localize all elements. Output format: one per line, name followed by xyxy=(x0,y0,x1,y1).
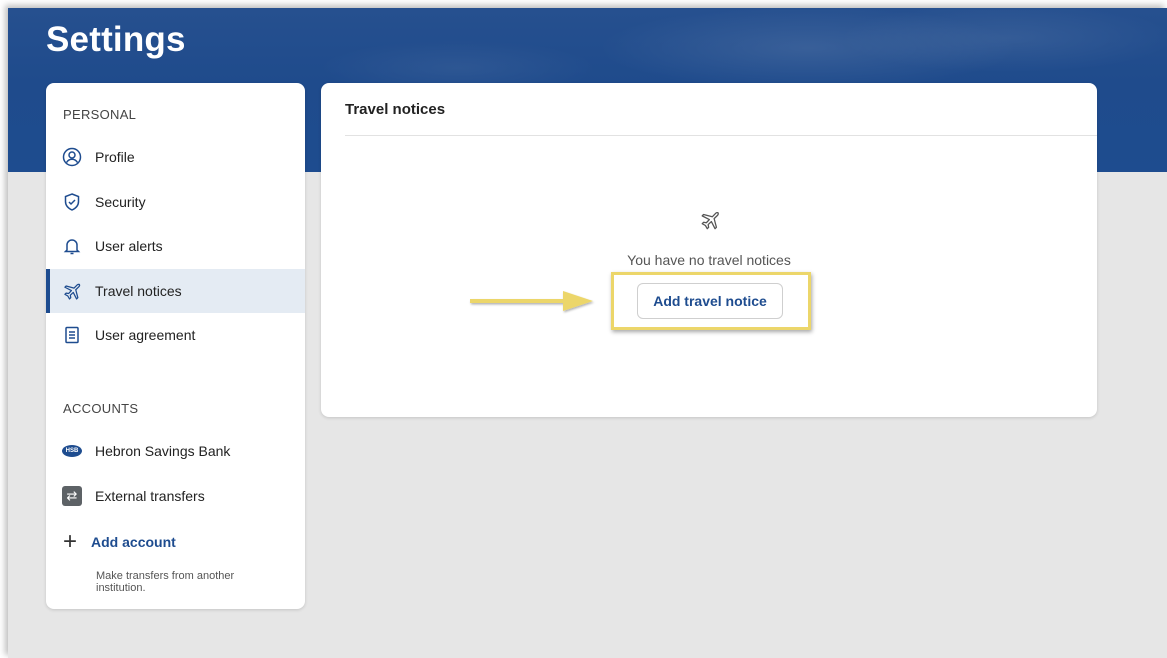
empty-state-message: You have no travel notices xyxy=(627,252,791,268)
callout-arrow-icon xyxy=(470,291,593,311)
sidebar-item-user-alerts[interactable]: User alerts xyxy=(46,224,305,268)
sidebar-item-security[interactable]: Security xyxy=(46,180,305,224)
sidebar-item-hebron-savings-bank[interactable]: HSB Hebron Savings Bank xyxy=(46,429,305,473)
sidebar-item-label: External transfers xyxy=(95,488,205,504)
add-travel-notice-button[interactable]: Add travel notice xyxy=(637,283,783,319)
travel-notices-card: Travel notices You have no travel notice… xyxy=(321,83,1097,417)
sidebar-item-profile[interactable]: Profile xyxy=(46,135,305,179)
sidebar-item-label: User agreement xyxy=(95,327,196,343)
shield-check-icon xyxy=(62,192,82,212)
sidebar-item-user-agreement[interactable]: User agreement xyxy=(46,313,305,357)
personal-heading: PERSONAL xyxy=(63,107,137,122)
sidebar-item-label: Security xyxy=(95,194,146,210)
sidebar-item-label: Hebron Savings Bank xyxy=(95,443,231,459)
user-circle-icon xyxy=(62,147,82,167)
sidebar-item-travel-notices[interactable]: Travel notices xyxy=(46,269,305,313)
add-account-description: Make transfers from another institution. xyxy=(96,570,235,594)
add-account-label: Add account xyxy=(91,534,176,550)
bell-icon xyxy=(62,236,82,256)
plus-icon: + xyxy=(63,528,78,555)
add-account-button[interactable]: + Add account xyxy=(63,528,176,555)
airplane-icon xyxy=(699,209,721,231)
sidebar-item-external-transfers[interactable]: ⇄ External transfers xyxy=(46,474,305,518)
sidebar-item-label: User alerts xyxy=(95,238,163,254)
airplane-icon xyxy=(62,281,82,301)
transfer-icon: ⇄ xyxy=(62,486,82,506)
sidebar-item-label: Profile xyxy=(95,149,135,165)
document-icon xyxy=(62,325,82,345)
settings-sidebar: PERSONAL Profile Security User alerts Tr… xyxy=(46,83,305,609)
app-frame: Settings PERSONAL Profile Security User … xyxy=(8,8,1167,658)
card-divider xyxy=(345,135,1097,136)
sidebar-item-label: Travel notices xyxy=(95,283,182,299)
bank-logo-icon: HSB xyxy=(62,441,82,461)
accounts-heading: ACCOUNTS xyxy=(63,401,139,416)
page-title: Settings xyxy=(46,20,186,59)
card-title: Travel notices xyxy=(345,101,446,118)
